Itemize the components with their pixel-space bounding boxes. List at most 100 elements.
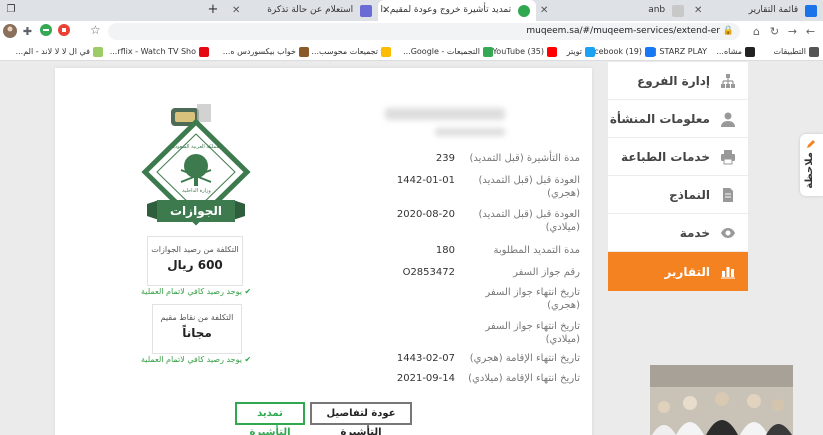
muqeem-favicon-icon [518,4,530,17]
new-tab-button[interactable]: + [206,3,220,17]
bar-chart-icon [721,267,735,279]
detail-value: 1443-02-07 [396,353,455,364]
browser-toolbar: ✚ ☆ muqeem.sa/#/muqeem-services/extend-e… [0,21,823,42]
bookmark-label: (35) YouTube [492,47,544,56]
netflix-icon [199,46,209,57]
tab-label: قائمة التقارير [748,5,799,15]
close-tab-icon[interactable]: ✕ [694,0,702,21]
close-tab-icon[interactable]: ✕ [382,0,390,21]
back-arrow-icon[interactable]: ← [803,24,818,39]
notes-side-tab[interactable]: ملاحظة [800,134,823,196]
notes-label: ملاحظة [804,152,815,189]
nav-establishment-info[interactable]: معلومات المنشأة [608,100,748,138]
bookmark-item[interactable]: خواب بيكسوردس ه... [223,42,309,61]
extension-green-icon[interactable] [38,24,53,39]
extend-visa-button[interactable]: تمديد التأشيرة [235,402,305,435]
bookmark-item[interactable]: في ال لا لا لاند - الم... [16,42,103,61]
nav-forms[interactable]: النماذج [608,176,748,214]
nav-branch-management[interactable]: إدارة الفروع [608,62,748,100]
google-drive-icon [483,46,493,57]
bookmark-apps[interactable]: التطبيقات [774,42,819,61]
detail-label: تاريخ انتهاء الإقامة (ميلادي) [468,373,580,384]
profile-avatar-icon[interactable] [2,24,17,39]
extensions-puzzle-icon[interactable]: ✚ [20,24,35,39]
home-icon[interactable]: ⌂ [749,24,764,39]
emblem-ministry-text: وزارة الداخلية [182,188,211,194]
document-icon [723,188,733,202]
close-tab-icon[interactable]: ✕ [232,0,240,21]
nav-label: إدارة الفروع [637,74,710,88]
bookmark-label: تجميعات محوسب... [311,47,378,56]
detail-label: رقم جواز السفر [513,267,580,278]
tab-extend-visa[interactable]: تمديد تأشيرة خروج وعودة لمقيم دا ✕ [378,0,536,21]
jawazat-emblem: المملكة العربية السعودية وزارة الداخلية … [139,100,254,230]
nav-label: النماذج [669,188,710,202]
muqeem-points-cost: التكلفة من نقاط مقيم مجاناً [152,304,242,354]
detail-value: 180 [435,245,455,256]
points-ok-note: ✔ يوجد رصيد كافي لاتمام العملية [141,355,251,364]
bookmark-label: في ال لا لا لاند - الم... [15,47,90,56]
note-text: يوجد رصيد كافي لاتمام العملية [141,355,242,364]
extension-red-icon[interactable] [56,24,71,39]
tab-ticket-status[interactable]: استعلام عن حالة تذكرة ✕ [228,0,378,21]
user-icon [721,112,735,127]
detail-label: تاريخ انتهاء الإقامة (هجري) [469,353,580,364]
lock-icon[interactable]: 🔒 [723,25,734,38]
check-icon: ✔ [244,287,252,296]
window-restore-icon[interactable]: ❐ [4,3,18,17]
bookmark-drive-2[interactable]: تجميعات محوسب... [311,42,391,61]
cost-value: 600 ريال [167,258,223,272]
detail-value: 239 [435,153,455,164]
reload-icon[interactable]: ↻ [767,24,782,39]
google-drive-icon [381,46,391,57]
bookmark-item[interactable]: مشاه... [716,42,755,61]
side-navigation: إدارة الفروع معلومات المنشأة خدمات الطبا… [608,62,748,292]
nav-label: معلومات المنشأة [609,112,710,126]
bookmark-star-icon[interactable]: ☆ [90,23,101,37]
passport-balance-cost: التكلفة من رصيد الجوازات 600 ريال [147,236,243,286]
check-icon: ✔ [244,355,252,364]
bookmark-favicon-icon [93,46,103,57]
eye-icon [721,228,735,238]
sitemap-icon [721,74,735,88]
bookmark-label: التجميعات - Google... [403,47,480,56]
nav-printing-services[interactable]: خدمات الطباعة [608,138,748,176]
details-list: مدة التأشيرة (قبل التمديد) 239 العودة قب… [385,146,580,406]
bookmark-netflix[interactable]: rflix - Watch TV Sho... [110,42,209,61]
bookmark-label: التطبيقات [773,47,806,56]
tab-strip: ❐ + قائمة التقارير ✕ anb ✕ تمديد تأشيرة … [0,0,823,21]
bookmark-starz[interactable]: STARZ PLAY | [654,42,707,61]
bookmark-facebook[interactable]: (19) Facebook [585,42,655,61]
back-to-visa-details-button[interactable]: عودة لتفاصيل التأشيرة [310,402,412,435]
detail-label: تاريخ انتهاء جواز السفر (ميلادي) [485,321,580,345]
blurred-detail [435,128,505,136]
tab-anb[interactable]: anb ✕ [536,0,690,21]
balance-ok-note: ✔ يوجد رصيد كافي لاتمام العملية [141,287,251,296]
detail-label: مدة التمديد المطلوبة [493,245,580,256]
detail-label: تاريخ انتهاء جواز السفر (هجري) [485,287,580,311]
bookmark-twitter[interactable]: تويتر [567,42,595,61]
nav-label: التقارير [664,265,710,279]
bookmark-drive[interactable]: التجميعات - Google... [403,42,493,61]
nav-reports[interactable]: التقارير [608,252,748,292]
bookmark-label: مشاه... [716,47,742,56]
nav-inquiry-service[interactable]: خدمة الاستعلامات [608,214,748,278]
bookmark-youtube[interactable]: (35) YouTube [492,42,557,61]
forward-arrow-icon[interactable]: → [785,24,800,39]
ticket-favicon-icon [360,4,372,17]
detail-label: العودة قبل (قبل التمديد) (هجري) [478,175,581,199]
tab-label: تمديد تأشيرة خروج وعودة لمقيم دا [380,5,512,15]
detail-value: 2021-09-14 [396,373,455,384]
bookmark-label: تويتر [566,47,582,56]
cost-label: التكلفة من نقاط مقيم [160,313,234,322]
emblem-banner-text: الجوازات [170,204,222,218]
tab-label: استعلام عن حالة تذكرة [267,5,354,15]
address-bar[interactable]: muqeem.sa/#/muqeem-services/extend-er 🔒 [108,23,740,40]
promo-photo [650,365,793,435]
tab-reports[interactable]: قائمة التقارير ✕ [690,0,823,21]
bookmark-favicon-icon [745,46,755,57]
emblem-country-text: المملكة العربية السعودية [170,144,223,150]
bookmark-label: خواب بيكسوردس ه... [222,47,296,56]
nav-label: خدمات الطباعة [621,150,710,164]
close-tab-icon[interactable]: ✕ [540,0,548,21]
